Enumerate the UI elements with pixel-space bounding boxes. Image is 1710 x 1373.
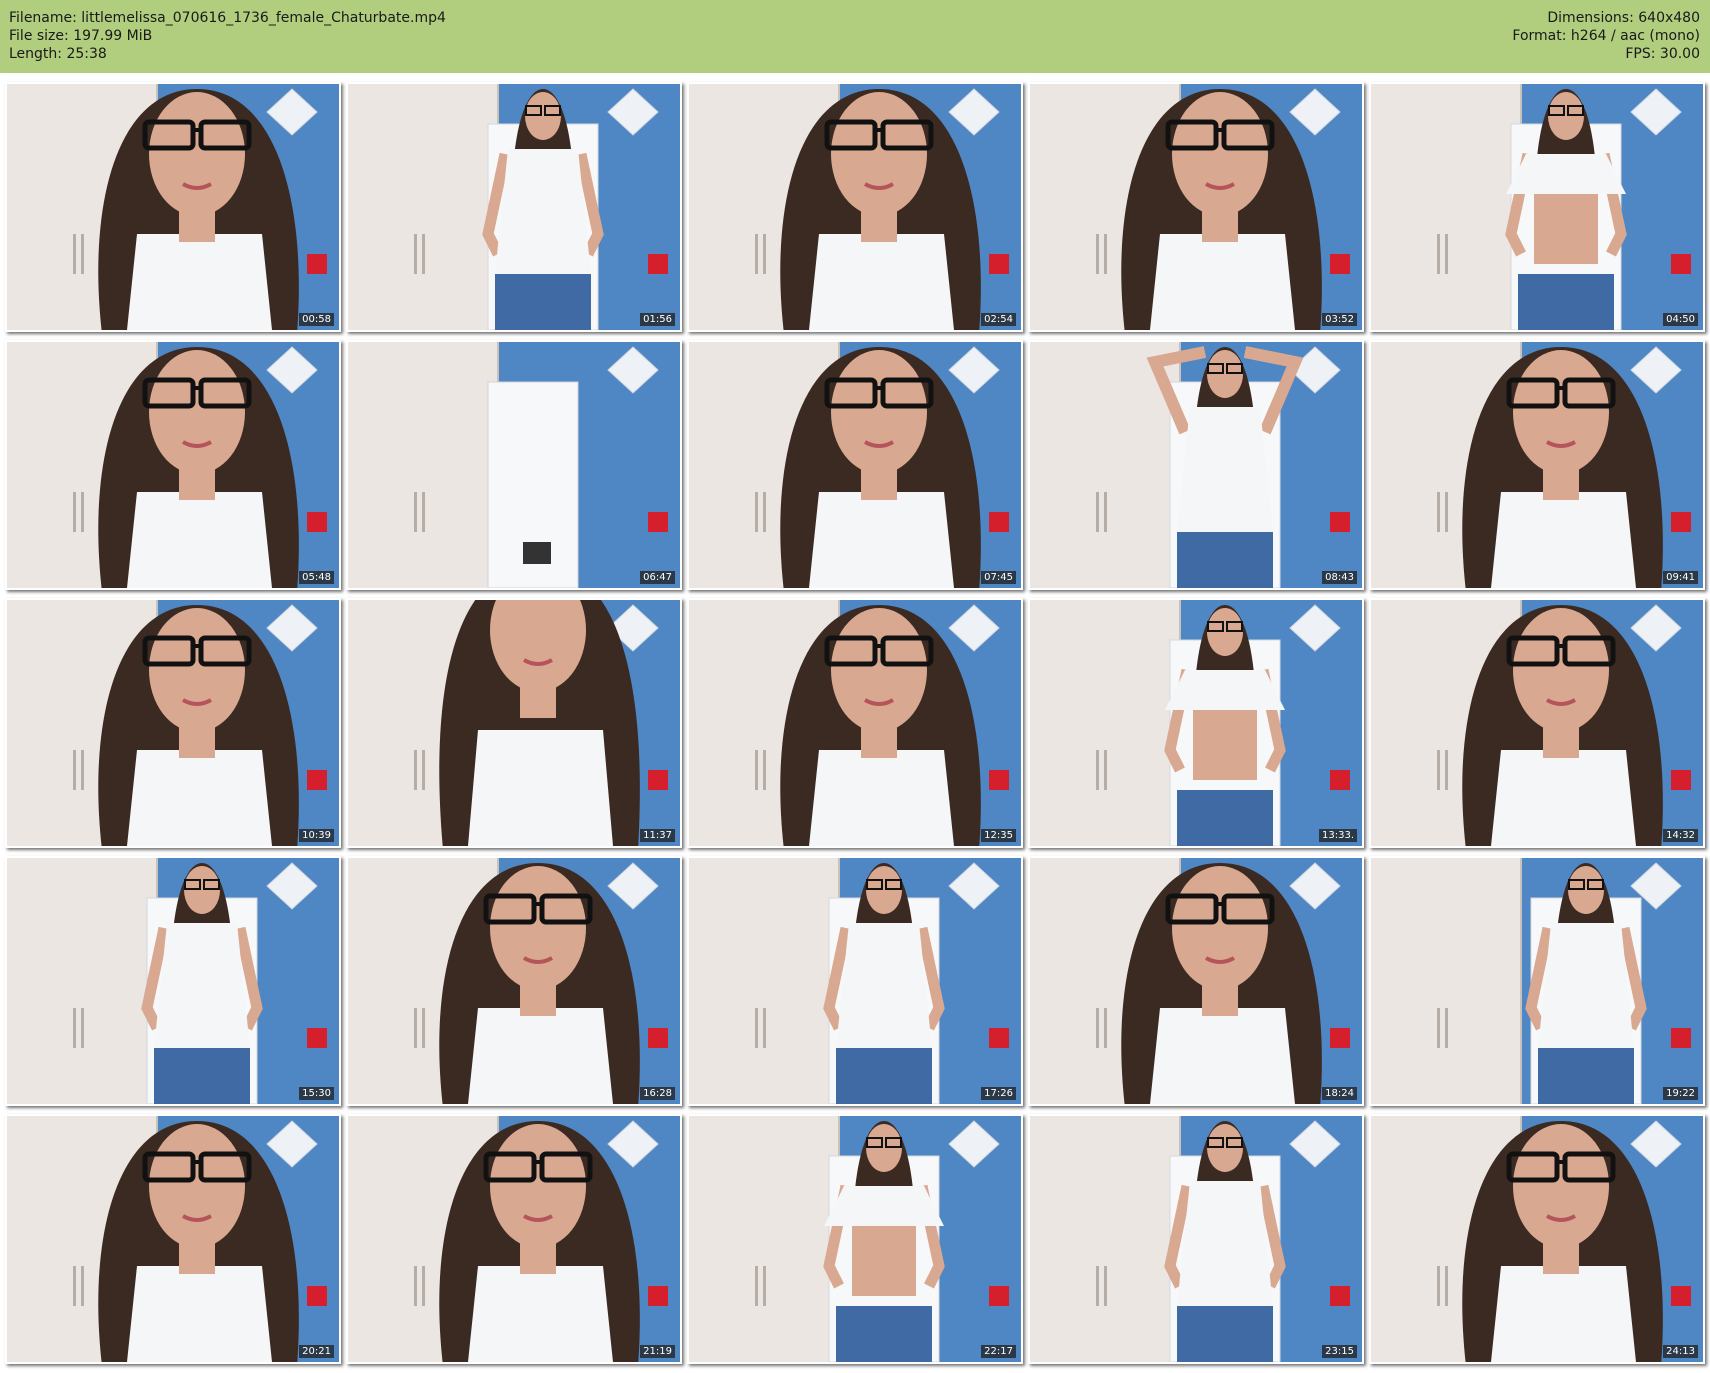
timestamp-label: 24:13 [1663,1345,1698,1358]
thumbnail-image [1030,1116,1362,1362]
video-thumbnail[interactable]: 21:19 [346,1114,682,1364]
video-thumbnail[interactable]: 09:41 [1369,340,1705,590]
thumbnail-image [689,600,1021,846]
timestamp-label: 15:30 [299,1087,334,1100]
info-right: Dimensions: 640x480 Format: h264 / aac (… [1512,9,1700,63]
thumbnail-image [1030,84,1362,330]
timestamp-label: 23:15 [1322,1345,1357,1358]
thumbnail-image [1371,84,1703,330]
thumbnail-image [1371,1116,1703,1362]
timestamp-label: 09:41 [1663,571,1698,584]
thumbnail-image [1030,858,1362,1104]
timestamp-label: 12:35 [981,829,1016,842]
video-thumbnail[interactable]: 06:47 [346,340,682,590]
timestamp-label: 00:58 [299,313,334,326]
timestamp-label: 07:45 [981,571,1016,584]
timestamp-label: 02:54 [981,313,1016,326]
thumbnail-image [1030,600,1362,846]
info-left: Filename: littlemelissa_070616_1736_fema… [9,9,446,63]
thumbnail-image [689,84,1021,330]
timestamp-label: 11:37 [640,829,675,842]
thumbnail-image [7,1116,339,1362]
video-thumbnail[interactable]: 14:32 [1369,598,1705,848]
format-text: Format: h264 / aac (mono) [1512,28,1700,44]
video-thumbnail[interactable]: 17:26 [687,856,1023,1106]
thumbnail-grid: 00:58 01:56 02:54 03:52 04:50 05:48 06:47 07:45… [5,82,1705,1364]
timestamp-label: 19:22 [1663,1087,1698,1100]
video-thumbnail[interactable]: 10:39 [5,598,341,848]
timestamp-label: 06:47 [640,571,675,584]
timestamp-label: 14:32 [1663,829,1698,842]
dimensions-text: Dimensions: 640x480 [1547,10,1700,26]
timestamp-label: 03:52 [1322,313,1357,326]
video-thumbnail[interactable]: 05:48 [5,340,341,590]
video-thumbnail[interactable]: 15:30 [5,856,341,1106]
thumbnail-image [1371,342,1703,588]
video-thumbnail[interactable]: 11:37 [346,598,682,848]
video-thumbnail[interactable]: 01:56 [346,82,682,332]
timestamp-label: 01:56 [640,313,675,326]
fps-text: FPS: 30.00 [1625,46,1700,62]
video-thumbnail[interactable]: 07:45 [687,340,1023,590]
thumbnail-image [348,858,680,1104]
timestamp-label: 04:50 [1663,313,1698,326]
thumbnail-image [348,84,680,330]
thumbnail-image [689,858,1021,1104]
thumbnail-image [348,1116,680,1362]
video-thumbnail[interactable]: 03:52 [1028,82,1364,332]
filesize-text: File size: 197.99 MiB [9,28,153,44]
video-thumbnail[interactable]: 12:35 [687,598,1023,848]
thumbnail-image [689,1116,1021,1362]
timestamp-label: 08:43 [1322,571,1357,584]
thumbnail-image [348,342,680,588]
thumbnail-image [1030,342,1362,588]
video-thumbnail[interactable]: 20:21 [5,1114,341,1364]
timestamp-label: 20:21 [299,1345,334,1358]
video-thumbnail[interactable]: 00:58 [5,82,341,332]
timestamp-label: 10:39 [299,829,334,842]
video-thumbnail[interactable]: 19:22 [1369,856,1705,1106]
timestamp-label: 13:33. [1319,829,1357,842]
thumbnail-image [7,858,339,1104]
info-header: Filename: littlemelissa_070616_1736_fema… [0,0,1710,73]
video-thumbnail[interactable]: 24:13 [1369,1114,1705,1364]
thumbnail-image [7,84,339,330]
video-thumbnail[interactable]: 16:28 [346,856,682,1106]
video-thumbnail[interactable]: 04:50 [1369,82,1705,332]
filename-text: Filename: littlemelissa_070616_1736_fema… [9,10,446,26]
thumbnail-image [1371,858,1703,1104]
timestamp-label: 22:17 [981,1345,1016,1358]
timestamp-label: 18:24 [1322,1087,1357,1100]
thumbnail-image [348,600,680,846]
timestamp-label: 16:28 [640,1087,675,1100]
timestamp-label: 17:26 [981,1087,1016,1100]
video-thumbnail[interactable]: 18:24 [1028,856,1364,1106]
length-text: Length: 25:38 [9,46,107,62]
thumbnail-image [689,342,1021,588]
timestamp-label: 05:48 [299,571,334,584]
thumbnail-image [7,342,339,588]
video-thumbnail[interactable]: 08:43 [1028,340,1364,590]
timestamp-label: 21:19 [640,1345,675,1358]
thumbnail-image [1371,600,1703,846]
video-thumbnail[interactable]: 02:54 [687,82,1023,332]
thumbnail-image [7,600,339,846]
video-thumbnail[interactable]: 22:17 [687,1114,1023,1364]
video-thumbnail[interactable]: 23:15 [1028,1114,1364,1364]
video-thumbnail[interactable]: 13:33. [1028,598,1364,848]
